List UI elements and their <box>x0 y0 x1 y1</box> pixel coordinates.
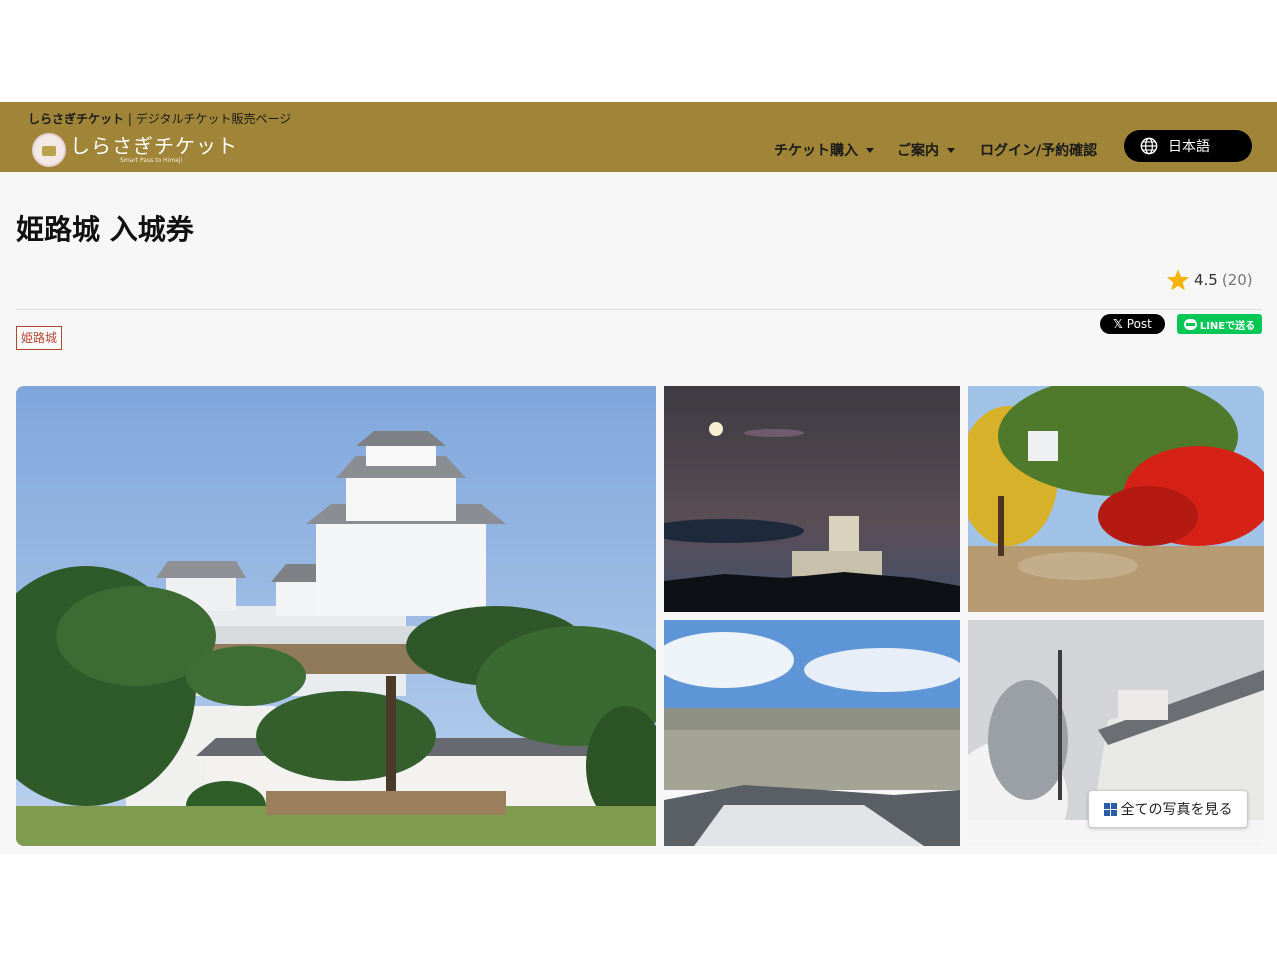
logo-text-block: しらさぎチケット Smart Pass to Himeji <box>70 135 238 165</box>
city-view-image <box>664 620 960 846</box>
page-title: 姫路城 入城券 <box>16 213 194 246</box>
rating-summary[interactable]: 4.5 (20) <box>1166 268 1253 292</box>
star-icon <box>1167 269 1189 291</box>
category-tag[interactable]: 姫路城 <box>16 326 63 350</box>
language-label: 日本語 <box>1168 139 1210 155</box>
gallery-photo-city[interactable] <box>664 620 960 846</box>
nav-login[interactable]: ログイン/予約確認 <box>980 140 1097 160</box>
grid-icon <box>1103 802 1117 816</box>
globe-icon <box>1140 137 1158 155</box>
tagline-description: | デジタルチケット販売ページ <box>124 112 292 126</box>
nav-info-label: ご案内 <box>897 143 939 159</box>
site-header: しらさぎチケット | デジタルチケット販売ページ しらさぎチケット Smart … <box>0 102 1277 172</box>
logo-seal-icon <box>32 133 66 167</box>
header-tagline: しらさぎチケット | デジタルチケット販売ページ <box>28 110 291 127</box>
line-share-button[interactable]: LINEで送る <box>1177 314 1262 334</box>
line-bubble-icon <box>1183 318 1197 330</box>
x-post-label: Post <box>1126 317 1152 331</box>
castle-autumn-image <box>968 386 1264 612</box>
castle-photo-image <box>16 386 656 846</box>
tagline-brand: しらさぎチケット <box>28 112 125 126</box>
chevron-down-icon <box>866 147 874 153</box>
site-logo[interactable]: しらさぎチケット Smart Pass to Himeji <box>32 132 238 168</box>
rating-score: 4.5 <box>1194 271 1218 289</box>
line-share-label: LINEで送る <box>1199 320 1256 332</box>
x-post-button[interactable]: 𝕏 Post <box>1100 314 1165 334</box>
view-all-photos-button[interactable]: 全ての写真を見る <box>1088 790 1248 828</box>
logo-text: しらさぎチケット <box>70 134 238 158</box>
nav-buy-tickets-label: チケット購入 <box>774 143 858 159</box>
chevron-down-icon <box>947 147 955 153</box>
page: しらさぎチケット | デジタルチケット販売ページ しらさぎチケット Smart … <box>0 0 1277 957</box>
rating-count: (20) <box>1221 271 1253 289</box>
language-selector-button[interactable]: 日本語 <box>1124 130 1252 162</box>
x-logo-icon: 𝕏 <box>1113 317 1123 331</box>
gallery-photo-main[interactable] <box>16 386 656 846</box>
nav-info[interactable]: ご案内 <box>897 140 955 160</box>
nav-buy-tickets[interactable]: チケット購入 <box>774 140 874 160</box>
gallery-photo-moon[interactable] <box>664 386 960 612</box>
gallery-photo-autumn[interactable] <box>968 386 1264 612</box>
nav-login-label: ログイン/予約確認 <box>980 143 1098 159</box>
view-all-photos-label: 全ての写真を見る <box>1120 802 1233 818</box>
logo-subtext: Smart Pass to Himeji <box>120 157 183 164</box>
divider <box>16 309 1262 310</box>
castle-dusk-image <box>664 386 960 612</box>
